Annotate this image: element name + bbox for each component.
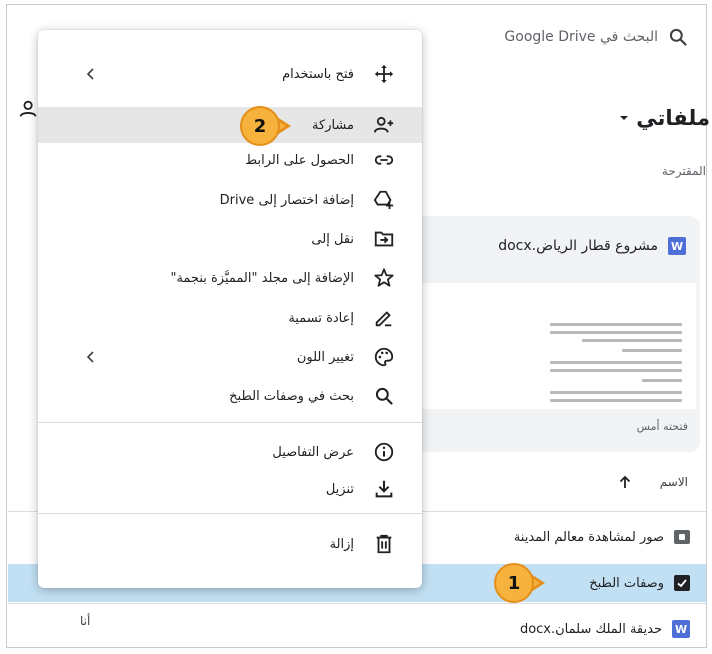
menu-item-add-starred[interactable]: الإضافة إلى مجلد "المميَّزة بنجمة" [38,260,422,296]
menu-item-share[interactable]: مشاركة [38,107,422,143]
opened-label: فتحته أمس [636,420,688,433]
menu-divider [38,513,422,514]
callout-step-2: 2 [240,106,291,146]
move-to-folder-icon [372,227,396,251]
suggested-file-name: مشروع قطار الرياض.docx [498,238,658,254]
suggested-label: المقترحة [661,164,706,178]
sort-name-label[interactable]: الاسم [660,475,688,489]
list-item-name: حديقة الملك سلمان.docx [519,621,662,637]
menu-item-change-color[interactable]: تغيير اللون [38,339,422,375]
list-sort-header[interactable]: الاسم [560,470,700,494]
callout-number: 2 [240,106,280,146]
chevron-left-icon [82,348,100,366]
search-input[interactable]: البحث في Google Drive [504,29,658,45]
checkbox-checked-icon[interactable] [674,575,690,591]
arrow-up-icon[interactable] [618,475,632,489]
list-divider [8,603,706,604]
suggested-file-title[interactable]: W مشروع قطار الرياض.docx [470,234,700,258]
list-item[interactable]: W حديقة الملك سلمان.docx [8,610,706,648]
move-icon [372,62,396,86]
page-title-text: ملفاتي [636,106,710,130]
menu-item-remove[interactable]: إزالة [38,526,422,562]
menu-item-move-to[interactable]: نقل إلى [38,221,422,257]
menu-item-search-in-folder[interactable]: بحث في وصفات الطبخ [38,378,422,414]
menu-item-rename[interactable]: إعادة تسمية [38,300,422,336]
shared-folder-icon [674,530,690,544]
search-icon[interactable] [668,27,688,47]
word-doc-icon: W [672,620,690,638]
add-to-drive-icon [372,188,396,212]
star-icon [372,266,396,290]
callout-number: 1 [494,563,534,603]
list-item-name: صور لمشاهدة معالم المدينة [513,529,664,545]
palette-icon [372,345,396,369]
menu-item-add-shortcut[interactable]: إضافة اختصار إلى Drive [38,182,422,218]
word-doc-icon: W [668,237,686,255]
trash-icon [372,532,396,556]
callout-step-1: 1 [494,563,545,603]
list-item-name: وصفات الطبخ [589,575,664,591]
info-icon [372,440,396,464]
search-bar[interactable]: البحث في Google Drive [470,16,702,58]
page-title[interactable]: ملفاتي [620,100,710,136]
chevron-down-icon [618,112,630,124]
download-icon [372,477,396,501]
menu-item-download[interactable]: تنزيل [38,471,422,507]
search-icon [372,384,396,408]
person-add-icon [372,113,396,137]
menu-item-view-details[interactable]: عرض التفاصيل [38,434,422,470]
rename-icon [372,306,396,330]
menu-divider [38,422,422,423]
person-icon [18,98,40,120]
menu-item-get-link[interactable]: الحصول على الرابط [38,142,422,178]
owner-label: أنا [80,614,91,628]
link-icon [372,148,396,172]
context-menu: فتح باستخدام مشاركة الحصول على الرابط إض… [38,30,422,588]
menu-item-open-with[interactable]: فتح باستخدام [38,56,422,92]
chevron-left-icon [82,65,100,83]
